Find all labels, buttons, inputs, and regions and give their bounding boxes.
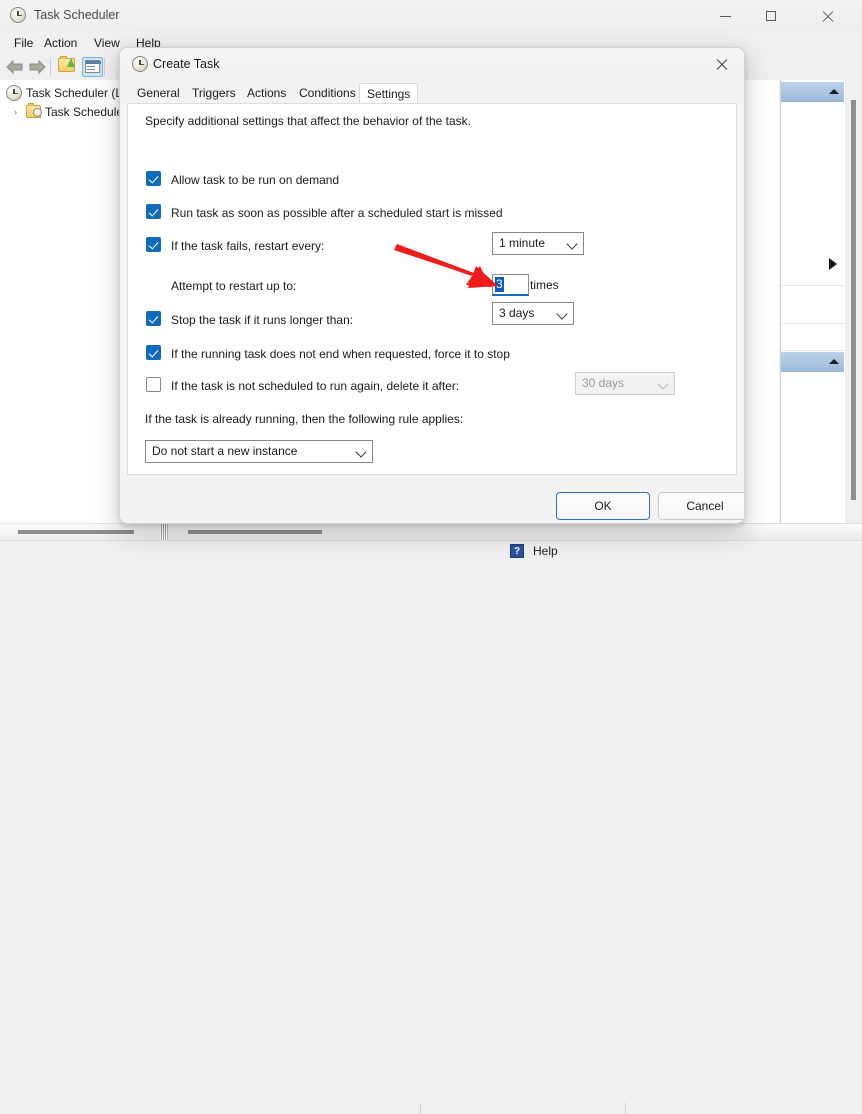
screen: Task Scheduler File Action View Help Tas…	[0, 0, 862, 1114]
menu-file[interactable]: File	[8, 35, 39, 51]
tree-item-task-scheduler-library[interactable]: › Task Schedule	[14, 103, 124, 119]
close-button[interactable]	[794, 0, 862, 32]
submenu-arrow-icon[interactable]	[829, 258, 837, 270]
tree-item-task-scheduler-local[interactable]: Task Scheduler (L	[6, 85, 122, 101]
status-divider	[420, 1103, 421, 1114]
task-scheduler-clock-icon	[10, 7, 28, 25]
combo-restart-every[interactable]: 1 minute	[492, 232, 584, 255]
label-stop-if-runs-longer: Stop the task if it runs longer than:	[171, 313, 354, 327]
close-icon	[716, 59, 728, 71]
tree-item-label: Task Schedule	[45, 104, 124, 119]
combo-stop-after[interactable]: 3 days	[492, 302, 574, 325]
combo-instance-rule-value: Do not start a new instance	[152, 444, 298, 458]
checkbox-force-stop[interactable]	[146, 345, 161, 360]
folder-icon	[58, 56, 75, 72]
actions-group-header-2[interactable]	[781, 352, 844, 372]
combo-stop-after-value: 3 days	[499, 306, 535, 320]
checkbox-allow-run-on-demand[interactable]	[146, 171, 161, 186]
tab-triggers[interactable]: Triggers	[185, 83, 243, 103]
dialog-clock-icon	[132, 56, 148, 75]
combo-restart-every-value: 1 minute	[499, 236, 546, 250]
collapse-up-icon[interactable]	[829, 359, 839, 364]
tab-general[interactable]: General	[130, 83, 187, 103]
actions-separator	[781, 350, 844, 351]
pane-splitter[interactable]	[160, 523, 167, 540]
label-allow-run-on-demand: Allow task to be run on demand	[171, 173, 340, 187]
checkbox-stop-if-runs-longer[interactable]	[146, 311, 161, 326]
combo-delete-after[interactable]: 30 days	[575, 372, 675, 395]
properties-button[interactable]	[82, 57, 103, 77]
label-already-running-rule: If the task is already running, then the…	[145, 412, 464, 426]
tree-item-label: Task Scheduler (L	[26, 86, 123, 100]
actions-separator	[781, 323, 844, 324]
chevron-down-icon	[566, 238, 578, 250]
window-title: Task Scheduler	[34, 8, 120, 22]
minimize-button[interactable]	[702, 0, 748, 32]
properties-icon	[85, 60, 101, 73]
create-task-dialog: Create Task General Triggers Actions Con…	[119, 47, 745, 524]
checkbox-run-asap-after-missed-start[interactable]	[146, 204, 161, 219]
label-force-stop: If the running task does not end when re…	[171, 347, 510, 361]
tree-scrollbar-thumb[interactable]	[18, 530, 134, 534]
label-delete-if-not-scheduled: If the task is not scheduled to run agai…	[171, 379, 460, 393]
close-icon	[822, 10, 834, 22]
attempt-to-restart-input[interactable]: 3	[492, 274, 529, 296]
status-bar	[0, 540, 862, 1114]
label-times: times	[530, 278, 559, 292]
label-run-asap-after-missed-start: Run task as soon as possible after a sch…	[171, 206, 503, 220]
dialog-titlebar: Create Task	[120, 48, 744, 81]
checkbox-restart-on-failure[interactable]	[146, 237, 161, 252]
toolbar-separator-2	[104, 58, 105, 76]
actions-help-label: Help	[533, 544, 558, 558]
actions-scrollbar-thumb[interactable]	[851, 100, 856, 500]
tab-conditions[interactable]: Conditions	[292, 83, 363, 103]
chevron-down-icon	[556, 308, 568, 320]
actions-separator	[781, 285, 844, 286]
cancel-button[interactable]: Cancel	[658, 492, 744, 520]
actions-group-header-1[interactable]	[781, 82, 844, 102]
clock-icon	[6, 85, 22, 101]
dialog-close-button[interactable]	[700, 48, 744, 81]
panel-scrollbar[interactable]	[721, 104, 736, 474]
tab-settings[interactable]: Settings	[359, 83, 419, 103]
settings-panel: Specify additional settings that affect …	[127, 103, 737, 475]
window-titlebar: Task Scheduler	[0, 0, 862, 33]
collapse-up-icon[interactable]	[829, 89, 839, 94]
actions-help-item[interactable]: ? Help	[510, 541, 652, 561]
label-restart-on-failure: If the task fails, restart every:	[171, 239, 325, 253]
dialog-tabs: General Triggers Actions Conditions Sett…	[120, 81, 744, 103]
status-divider	[625, 1103, 626, 1114]
maximize-icon	[766, 11, 776, 21]
question-icon: ?	[510, 544, 524, 558]
attempt-to-restart-value: 3	[495, 277, 504, 292]
chevron-down-icon	[355, 446, 367, 458]
tab-actions[interactable]: Actions	[240, 83, 293, 103]
combo-delete-after-value: 30 days	[582, 376, 625, 390]
chevron-down-icon	[657, 378, 669, 390]
combo-instance-rule[interactable]: Do not start a new instance	[145, 440, 373, 463]
forward-button[interactable]	[27, 59, 47, 75]
checkbox-delete-if-not-scheduled[interactable]	[146, 377, 161, 392]
back-button[interactable]	[5, 59, 25, 75]
list-scrollbar-thumb[interactable]	[188, 530, 322, 534]
dialog-title: Create Task	[153, 57, 220, 71]
ok-button[interactable]: OK	[556, 492, 650, 520]
label-attempt-to-restart: Attempt to restart up to:	[171, 279, 297, 293]
task-folder-icon	[26, 103, 42, 119]
settings-intro-text: Specify additional settings that affect …	[145, 114, 471, 128]
menu-action[interactable]: Action	[38, 35, 83, 51]
minimize-icon	[719, 15, 731, 17]
show-hide-tree-button[interactable]	[58, 56, 78, 76]
back-arrow-icon	[6, 59, 23, 75]
toolbar-separator	[50, 58, 51, 76]
forward-arrow-icon	[29, 59, 46, 75]
maximize-button[interactable]	[748, 0, 794, 32]
actions-pane	[780, 80, 862, 523]
chevron-right-icon[interactable]: ›	[14, 107, 26, 117]
